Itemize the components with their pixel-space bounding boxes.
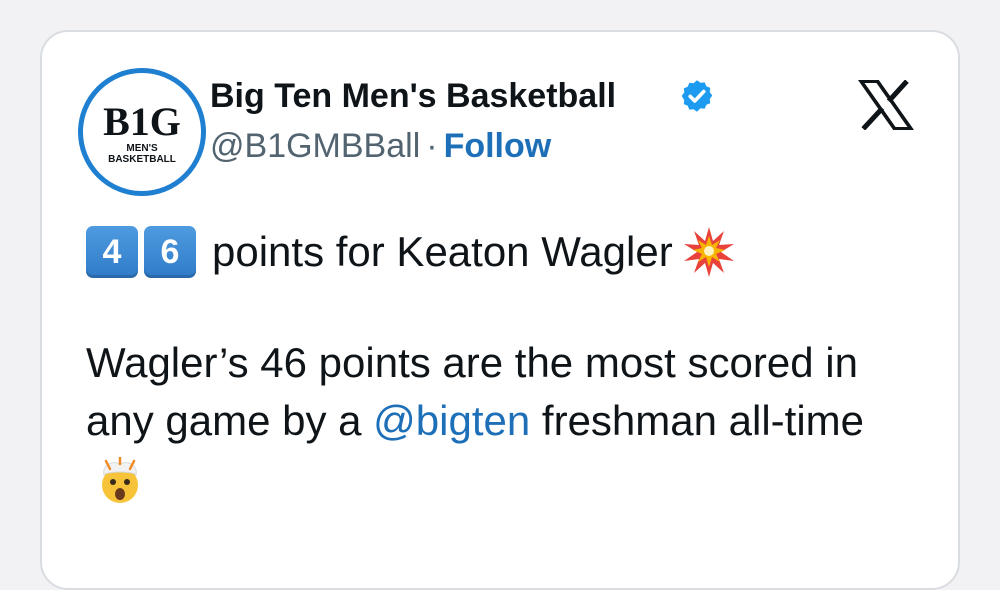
- svg-text:B1G: B1G: [103, 99, 181, 144]
- tweet-body-text-2: freshman all-time: [530, 397, 865, 444]
- keycap-digit-six: 6: [144, 226, 196, 278]
- tweet-card[interactable]: B1G MEN'S BASKETBALL Big Ten Men's Baske…: [40, 30, 960, 590]
- separator-dot: ·: [426, 127, 438, 165]
- collision-burst-icon: [683, 227, 734, 277]
- keycap-digit-four: 4: [86, 226, 138, 278]
- verified-badge-icon: [681, 80, 713, 112]
- svg-text:BASKETBALL: BASKETBALL: [108, 154, 176, 165]
- follow-link[interactable]: Follow: [444, 127, 552, 165]
- exploding-head-icon: [102, 457, 138, 503]
- author-handle-row: @B1GMBBall · Follow: [210, 126, 551, 166]
- tweet-headline: 4 6 points for Keaton Wagler: [86, 222, 735, 282]
- headline-text: points for Keaton Wagler: [212, 228, 673, 275]
- mention-link-bigten[interactable]: @bigten: [373, 397, 530, 444]
- x-logo-icon[interactable]: [858, 80, 914, 130]
- author-handle[interactable]: @B1GMBBall: [210, 127, 420, 165]
- svg-text:MEN'S: MEN'S: [126, 143, 158, 154]
- tweet-body: Wagler’s 46 points are the most scored i…: [86, 334, 906, 508]
- b1g-logo-icon: B1G MEN'S BASKETBALL: [103, 99, 181, 165]
- avatar[interactable]: B1G MEN'S BASKETBALL: [78, 68, 206, 196]
- author-display-name[interactable]: Big Ten Men's Basketball: [210, 76, 616, 116]
